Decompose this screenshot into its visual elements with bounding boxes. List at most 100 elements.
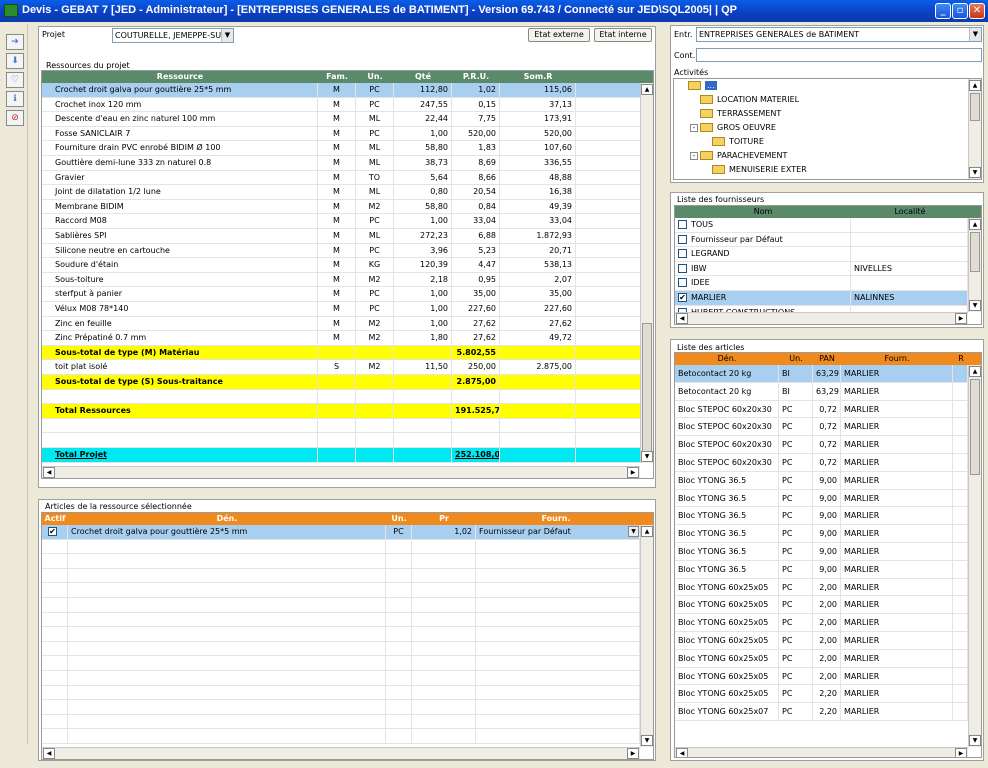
tree-item[interactable]: - PARACHEVEMENT [690, 149, 787, 163]
table-row[interactable]: Vélux M08 78*140 M PC 1,00 227,60 227,60 [42, 302, 640, 317]
col-den[interactable]: Dén. [68, 513, 386, 525]
scroll-up-icon[interactable]: ▲ [969, 366, 981, 377]
table-row[interactable]: sterfput à panier M PC 1,00 35,00 35,00 [42, 287, 640, 302]
heart-icon[interactable]: ♡ [6, 72, 24, 88]
table-row[interactable]: Bloc YTONG 60x25x05 PC 2,20 MARLIER [675, 685, 968, 704]
table-row[interactable]: Betocontact 20 kg BI 63,29 MARLIER [675, 382, 968, 401]
table-row[interactable] [42, 641, 640, 657]
fournisseurs-hscroll[interactable]: ◀ ▶ [675, 312, 968, 324]
table-row[interactable]: IBW NIVELLES [675, 261, 968, 277]
checkbox[interactable] [678, 263, 687, 273]
info-icon[interactable]: ℹ [6, 91, 24, 107]
col-pru[interactable]: P.R.U. [452, 71, 500, 83]
liste-hscroll[interactable]: ◀ ▶ [675, 747, 968, 757]
scroll-left-icon[interactable]: ◀ [43, 467, 55, 478]
col-somr[interactable]: Som.R [500, 71, 576, 83]
projet-select[interactable]: COUTURELLE, JEMEPPE-SUR- ▼ [112, 28, 234, 43]
table-row[interactable] [42, 539, 640, 555]
tree-item[interactable]: TERRASSEMENT [690, 107, 781, 121]
table-row[interactable]: Bloc YTONG 60x25x05 PC 2,00 MARLIER [675, 667, 968, 686]
table-row[interactable]: TOUS [675, 218, 968, 233]
table-row[interactable]: Zinc Prépatiné 0.7 mm M M2 1,80 27,62 49,72 [42, 331, 640, 346]
table-row[interactable] [42, 554, 640, 569]
scroll-down-icon[interactable]: ▼ [969, 300, 981, 311]
tree-item[interactable]: ... [678, 79, 717, 93]
tree-item[interactable]: - GROS OEUVRE [690, 121, 776, 135]
scroll-down-icon[interactable]: ▼ [969, 167, 981, 178]
table-row[interactable]: Gravier M TO 5,64 8,66 48,88 [42, 170, 640, 186]
scroll-right-icon[interactable]: ▶ [955, 748, 967, 757]
checkbox[interactable]: ✔ [678, 293, 687, 302]
table-row[interactable]: Bloc STEPOC 60x20x30 PC 0,72 MARLIER [675, 400, 968, 419]
table-row[interactable]: Sous-total de type (S) Sous-traitance 2.8… [42, 375, 640, 390]
scroll-up-icon[interactable]: ▲ [641, 526, 653, 537]
table-row[interactable]: Bloc STEPOC 60x20x30 PC 0,72 MARLIER [675, 454, 968, 472]
table-row[interactable]: Bloc YTONG 36.5 PC 9,00 MARLIER [675, 543, 968, 561]
scroll-thumb[interactable] [642, 323, 652, 453]
scroll-thumb[interactable] [970, 379, 980, 475]
ressources-hscroll[interactable]: ◀ ▶ [42, 466, 640, 478]
table-row[interactable]: Bloc YTONG 36.5 PC 9,00 MARLIER [675, 507, 968, 526]
cont-input[interactable] [696, 48, 982, 62]
table-row[interactable]: Fournisseur par Défaut [675, 232, 968, 248]
minimize-button[interactable]: _ [935, 3, 951, 19]
table-row[interactable]: Bloc YTONG 60x25x05 PC 2,00 MARLIER [675, 614, 968, 632]
table-row[interactable]: Joint de dilatation 1/2 lune M ML 0,80 20,54… [42, 185, 640, 200]
ressources-vscroll[interactable]: ▲ ▼ [640, 83, 653, 463]
table-row[interactable]: Zinc en feuille M M2 1,00 27,62 27,62 [42, 316, 640, 332]
scroll-up-icon[interactable]: ▲ [641, 84, 653, 95]
scroll-thumb[interactable] [970, 232, 980, 272]
table-row[interactable]: Membrane BIDIM M M2 58,80 0,84 49,39 [42, 199, 640, 215]
table-row[interactable] [42, 714, 640, 730]
table-row[interactable] [42, 433, 640, 448]
table-row[interactable] [42, 656, 640, 671]
table-row[interactable]: Bloc YTONG 60x25x05 PC 2,00 MARLIER [675, 596, 968, 615]
stop-icon[interactable]: ⊘ [6, 110, 24, 126]
tree-item[interactable]: LOCATION MATERIEL [690, 93, 799, 107]
table-row[interactable]: Bloc YTONG 60x25x05 PC 2,00 MARLIER [675, 578, 968, 597]
scroll-left-icon[interactable]: ◀ [676, 313, 688, 324]
articles-vscroll[interactable]: ▲ ▼ [640, 525, 653, 747]
scroll-left-icon[interactable]: ◀ [676, 748, 688, 757]
table-row[interactable]: Bloc STEPOC 60x20x30 PC 0,72 MARLIER [675, 418, 968, 437]
table-row[interactable]: LEGRAND [675, 247, 968, 262]
col-actif[interactable]: Actif [42, 513, 68, 525]
col-r[interactable]: R [953, 353, 969, 365]
col-pr[interactable]: Pr [412, 513, 476, 525]
table-row[interactable] [42, 700, 640, 715]
table-row[interactable]: Crochet inox 120 mm M PC 247,55 0,15 37,13 [42, 97, 640, 113]
checkbox[interactable] [678, 249, 687, 259]
scroll-thumb[interactable] [970, 93, 980, 121]
table-row[interactable] [42, 568, 640, 584]
fournisseurs-vscroll[interactable]: ▲ ▼ [968, 218, 981, 312]
close-button[interactable]: ✕ [969, 3, 985, 19]
collapse-icon[interactable]: - [690, 151, 698, 160]
col-fam[interactable]: Fam. [318, 71, 356, 83]
table-row[interactable]: Bloc YTONG 60x25x05 PC 2,00 MARLIER [675, 632, 968, 650]
table-row[interactable]: Total Ressources 191.525,71 [42, 404, 640, 419]
table-row[interactable]: ✔ MARLIER NALINNES [675, 291, 968, 306]
checkbox[interactable] [678, 234, 687, 244]
col-un[interactable]: Un. [386, 513, 412, 525]
scroll-right-icon[interactable]: ▶ [627, 748, 639, 759]
table-row[interactable]: Fosse SANICLAIR 7 M PC 1,00 520,00 520,00 [42, 126, 640, 142]
table-row[interactable]: Bloc YTONG 60x25x05 PC 2,00 MARLIER [675, 649, 968, 668]
col-fourn[interactable]: Fourn. [841, 353, 953, 365]
col-ressource[interactable]: Ressource [42, 71, 318, 83]
chevron-down-icon[interactable]: ▼ [628, 526, 639, 537]
table-row[interactable]: Total Projet 252.108,02 [42, 448, 640, 463]
tree-item[interactable]: TOITURE [702, 135, 764, 149]
etat-externe-button[interactable]: Etat externe [528, 28, 590, 42]
table-row[interactable]: Sous-toiture M M2 2,18 0,95 2,07 [42, 272, 640, 288]
col-localite[interactable]: Localité [851, 206, 969, 218]
table-row[interactable] [42, 612, 640, 628]
tree-vscroll[interactable]: ▲ ▼ [968, 79, 981, 179]
table-row[interactable] [42, 671, 640, 686]
col-fourn[interactable]: Fourn. [476, 513, 636, 525]
scroll-down-icon[interactable]: ▼ [641, 451, 653, 462]
table-row[interactable]: Gouttière demi-lune 333 zn naturel 0.8 M M… [42, 156, 640, 171]
arrow-down-icon[interactable]: ⬇ [6, 53, 24, 69]
table-row[interactable] [42, 418, 640, 434]
col-pan[interactable]: PAN [813, 353, 841, 365]
checkbox[interactable]: ✔ [48, 527, 57, 536]
